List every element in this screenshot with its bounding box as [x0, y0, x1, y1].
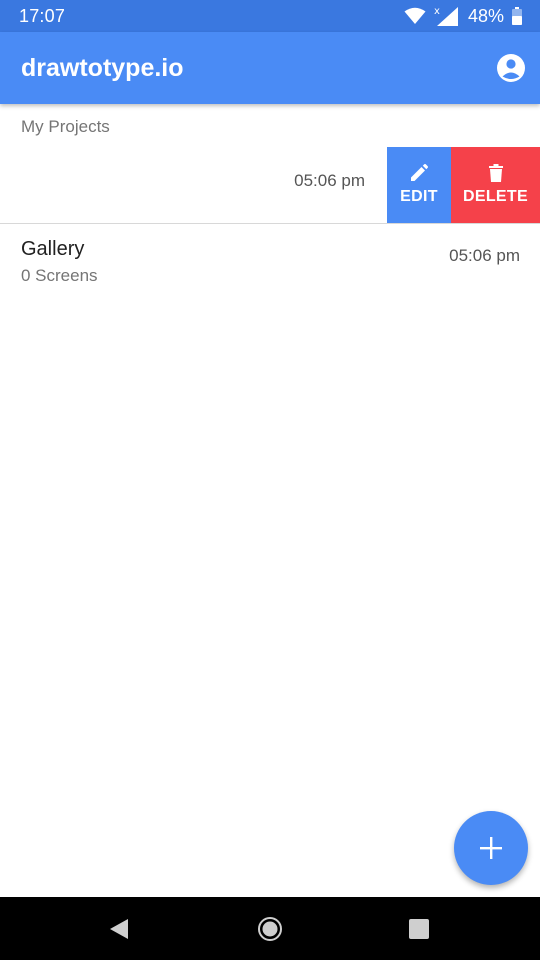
home-icon[interactable]: [257, 916, 283, 942]
project-time: 05:06 pm: [449, 246, 520, 265]
delete-button[interactable]: DELETE: [451, 147, 540, 223]
project-row-swiped[interactable]: 05:06 pm EDIT DELETE: [0, 147, 540, 224]
edit-label: EDIT: [400, 188, 438, 205]
project-name: Gallery: [21, 238, 85, 260]
delete-label: DELETE: [463, 188, 528, 205]
battery-icon: [512, 7, 522, 25]
account-circle-icon[interactable]: [496, 53, 526, 83]
add-project-button[interactable]: [454, 811, 528, 885]
plus-icon: [480, 837, 502, 859]
back-icon[interactable]: [106, 916, 132, 942]
nav-bar: [0, 897, 540, 960]
screen: 17:07 x 48% drawtotype.io My Projects 05…: [0, 0, 540, 960]
project-screen-count: 0 Screens: [21, 266, 98, 285]
section-label: My Projects: [21, 117, 110, 136]
battery-percent: 48%: [467, 5, 504, 26]
status-icons: x 48%: [404, 4, 522, 28]
project-time: 05:06 pm: [294, 171, 365, 190]
pencil-icon: [411, 164, 428, 181]
recents-icon[interactable]: [406, 916, 432, 942]
wifi-icon: [404, 7, 426, 24]
app-title: drawtotype.io: [21, 54, 184, 82]
app-bar: drawtotype.io: [0, 32, 540, 104]
status-bar: 17:07 x 48%: [0, 0, 540, 32]
signal-icon: x: [434, 6, 458, 26]
edit-button[interactable]: EDIT: [387, 147, 451, 223]
status-time: 17:07: [19, 6, 66, 26]
trash-icon: [488, 164, 503, 182]
svg-text:x: x: [434, 6, 440, 17]
project-row[interactable]: Gallery 0 Screens 05:06 pm: [0, 224, 540, 300]
